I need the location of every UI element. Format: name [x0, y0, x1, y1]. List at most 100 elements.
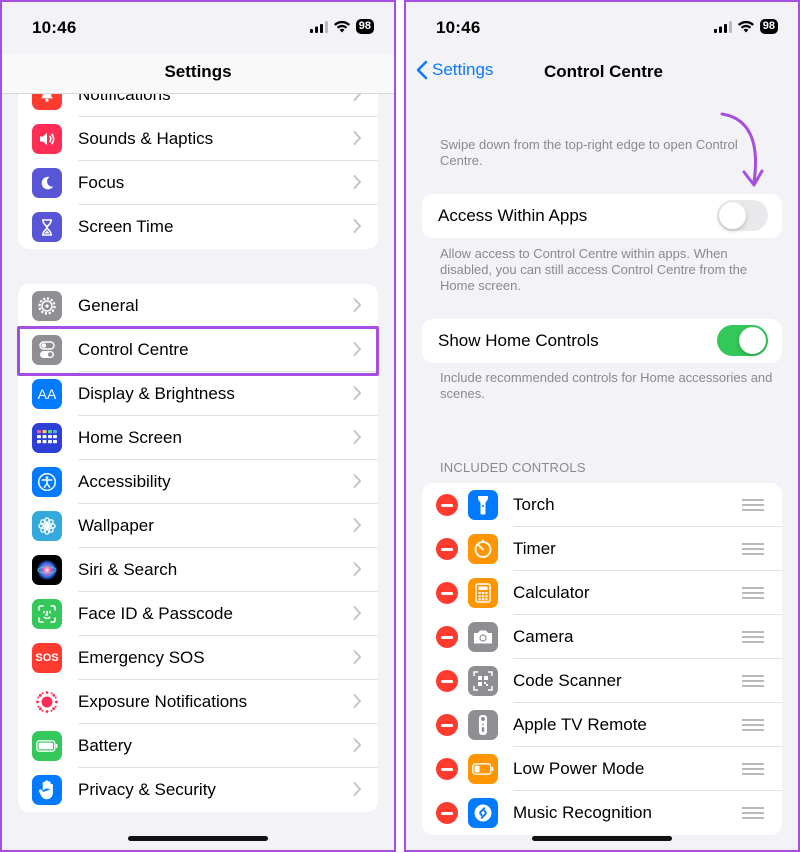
control-row-low-power: Low Power Mode [422, 747, 782, 791]
chevron-right-icon [353, 342, 361, 356]
settings-row-display[interactable]: AA Display & Brightness [18, 372, 378, 416]
wifi-icon [737, 20, 754, 32]
settings-row-label: Control Centre [78, 340, 189, 359]
page-title-overlay: Settings [164, 62, 232, 81]
control-row-calculator: Calculator [422, 571, 782, 615]
settings-row-label: Accessibility [78, 472, 171, 491]
settings-row-sounds[interactable]: Sounds & Haptics [18, 117, 378, 161]
access-within-apps-label: Access Within Apps [438, 206, 588, 225]
control-row-camera: Camera [422, 615, 782, 659]
cellular-signal-icon [309, 20, 328, 33]
timer-icon [468, 534, 498, 564]
chevron-right-icon [353, 782, 361, 796]
qr-code-icon [468, 666, 498, 696]
control-label: Torch [513, 495, 555, 514]
reorder-handle[interactable] [742, 675, 764, 687]
remove-button[interactable] [436, 582, 458, 604]
settings-row-label: Home Screen [78, 428, 182, 447]
speaker-icon [32, 124, 62, 154]
settings-row-label: Sounds & Haptics [78, 129, 214, 148]
settings-row-face-id[interactable]: Face ID & Passcode [18, 592, 378, 636]
show-home-controls-toggle[interactable] [717, 325, 768, 356]
status-time: 10:46 [436, 18, 481, 37]
exposure-icon [32, 687, 62, 717]
hand-icon [32, 775, 62, 805]
remove-button[interactable] [436, 802, 458, 824]
settings-row-general[interactable]: General [18, 284, 378, 328]
control-row-music-recognition: Music Recognition [422, 791, 782, 835]
remove-button[interactable] [436, 758, 458, 780]
chevron-right-icon [353, 474, 361, 488]
chevron-right-icon [353, 650, 361, 664]
remove-button[interactable] [436, 538, 458, 560]
show-home-controls-row: Show Home Controls [422, 319, 782, 363]
settings-row-wallpaper[interactable]: Wallpaper [18, 504, 378, 548]
reorder-handle[interactable] [742, 807, 764, 819]
settings-row-accessibility[interactable]: Accessibility [18, 460, 378, 504]
sos-icon: SOS [32, 643, 62, 673]
remove-button[interactable] [436, 714, 458, 736]
remove-button[interactable] [436, 626, 458, 648]
settings-row-label: Privacy & Security [78, 780, 216, 799]
settings-row-privacy[interactable]: Privacy & Security [18, 768, 378, 812]
remove-button[interactable] [436, 670, 458, 692]
toggles-icon [32, 335, 62, 365]
settings-row-screen-time[interactable]: Screen Time [18, 205, 378, 249]
included-controls-list: Torch Timer Calculator Camera Code Scann… [422, 483, 782, 835]
settings-row-home-screen[interactable]: Home Screen [18, 416, 378, 460]
status-icons: 98 [713, 19, 778, 34]
settings-row-exposure[interactable]: Exposure Notifications [18, 680, 378, 724]
chevron-right-icon [353, 694, 361, 708]
control-label: Camera [513, 627, 574, 646]
settings-group-main: General Control Centre AA Display & Brig… [18, 284, 378, 812]
text-size-glyph: AA [37, 386, 57, 402]
control-row-apple-tv-remote: Apple TV Remote [422, 703, 782, 747]
home-indicator[interactable] [532, 836, 672, 841]
hourglass-icon [32, 212, 62, 242]
reorder-handle[interactable] [742, 631, 764, 643]
settings-row-emergency-sos[interactable]: SOS Emergency SOS [18, 636, 378, 680]
settings-row-label: Battery [78, 736, 132, 755]
annotation-arrow-icon [720, 112, 764, 187]
chevron-right-icon [353, 562, 361, 576]
cellular-signal-icon [713, 20, 732, 33]
screenshot-stage: 10:46 98 Settings Notifications [0, 0, 800, 852]
settings-row-label: Focus [78, 173, 125, 192]
settings-row-label: Display & Brightness [78, 384, 235, 403]
control-centre-screen: 10:46 98 Settings Control Centre Swipe d… [404, 0, 800, 852]
sos-glyph: SOS [35, 652, 59, 664]
status-bar-overlay: 10:46 98 [2, 2, 394, 54]
settings-row-label: Face ID & Passcode [78, 604, 233, 623]
control-label: Music Recognition [513, 803, 652, 822]
settings-row-label: Screen Time [78, 217, 174, 236]
settings-row-label: Siri & Search [78, 560, 178, 579]
reorder-handle[interactable] [742, 587, 764, 599]
page-title: Control Centre [544, 62, 663, 81]
show-home-controls-label: Show Home Controls [438, 331, 599, 350]
settings-row-focus[interactable]: Focus [18, 161, 378, 205]
chevron-right-icon [353, 175, 361, 189]
face-id-icon [32, 599, 62, 629]
reorder-handle[interactable] [742, 763, 764, 775]
back-button[interactable]: Settings [416, 60, 493, 80]
settings-row-siri[interactable]: Siri & Search [18, 548, 378, 592]
chevron-right-icon [353, 738, 361, 752]
settings-group-top: Notifications Sounds & Haptics Focus Scr… [18, 73, 378, 249]
reorder-handle[interactable] [742, 499, 764, 511]
access-within-apps-toggle[interactable] [717, 200, 768, 231]
settings-screen: 10:46 98 Settings Notifications [0, 0, 396, 852]
text-size-icon: AA [32, 379, 62, 409]
remove-button[interactable] [436, 494, 458, 516]
home-indicator[interactable] [128, 836, 268, 841]
nav-bar-overlay: Settings [2, 54, 394, 94]
chevron-right-icon [353, 518, 361, 532]
reorder-handle[interactable] [742, 543, 764, 555]
settings-row-label: Exposure Notifications [78, 692, 248, 711]
settings-row-control-centre[interactable]: Control Centre [18, 328, 378, 372]
back-label: Settings [432, 60, 494, 79]
settings-row-battery[interactable]: Battery [18, 724, 378, 768]
settings-row-label: General [78, 296, 139, 315]
settings-row-label: Wallpaper [78, 516, 154, 535]
chevron-right-icon [353, 386, 361, 400]
reorder-handle[interactable] [742, 719, 764, 731]
